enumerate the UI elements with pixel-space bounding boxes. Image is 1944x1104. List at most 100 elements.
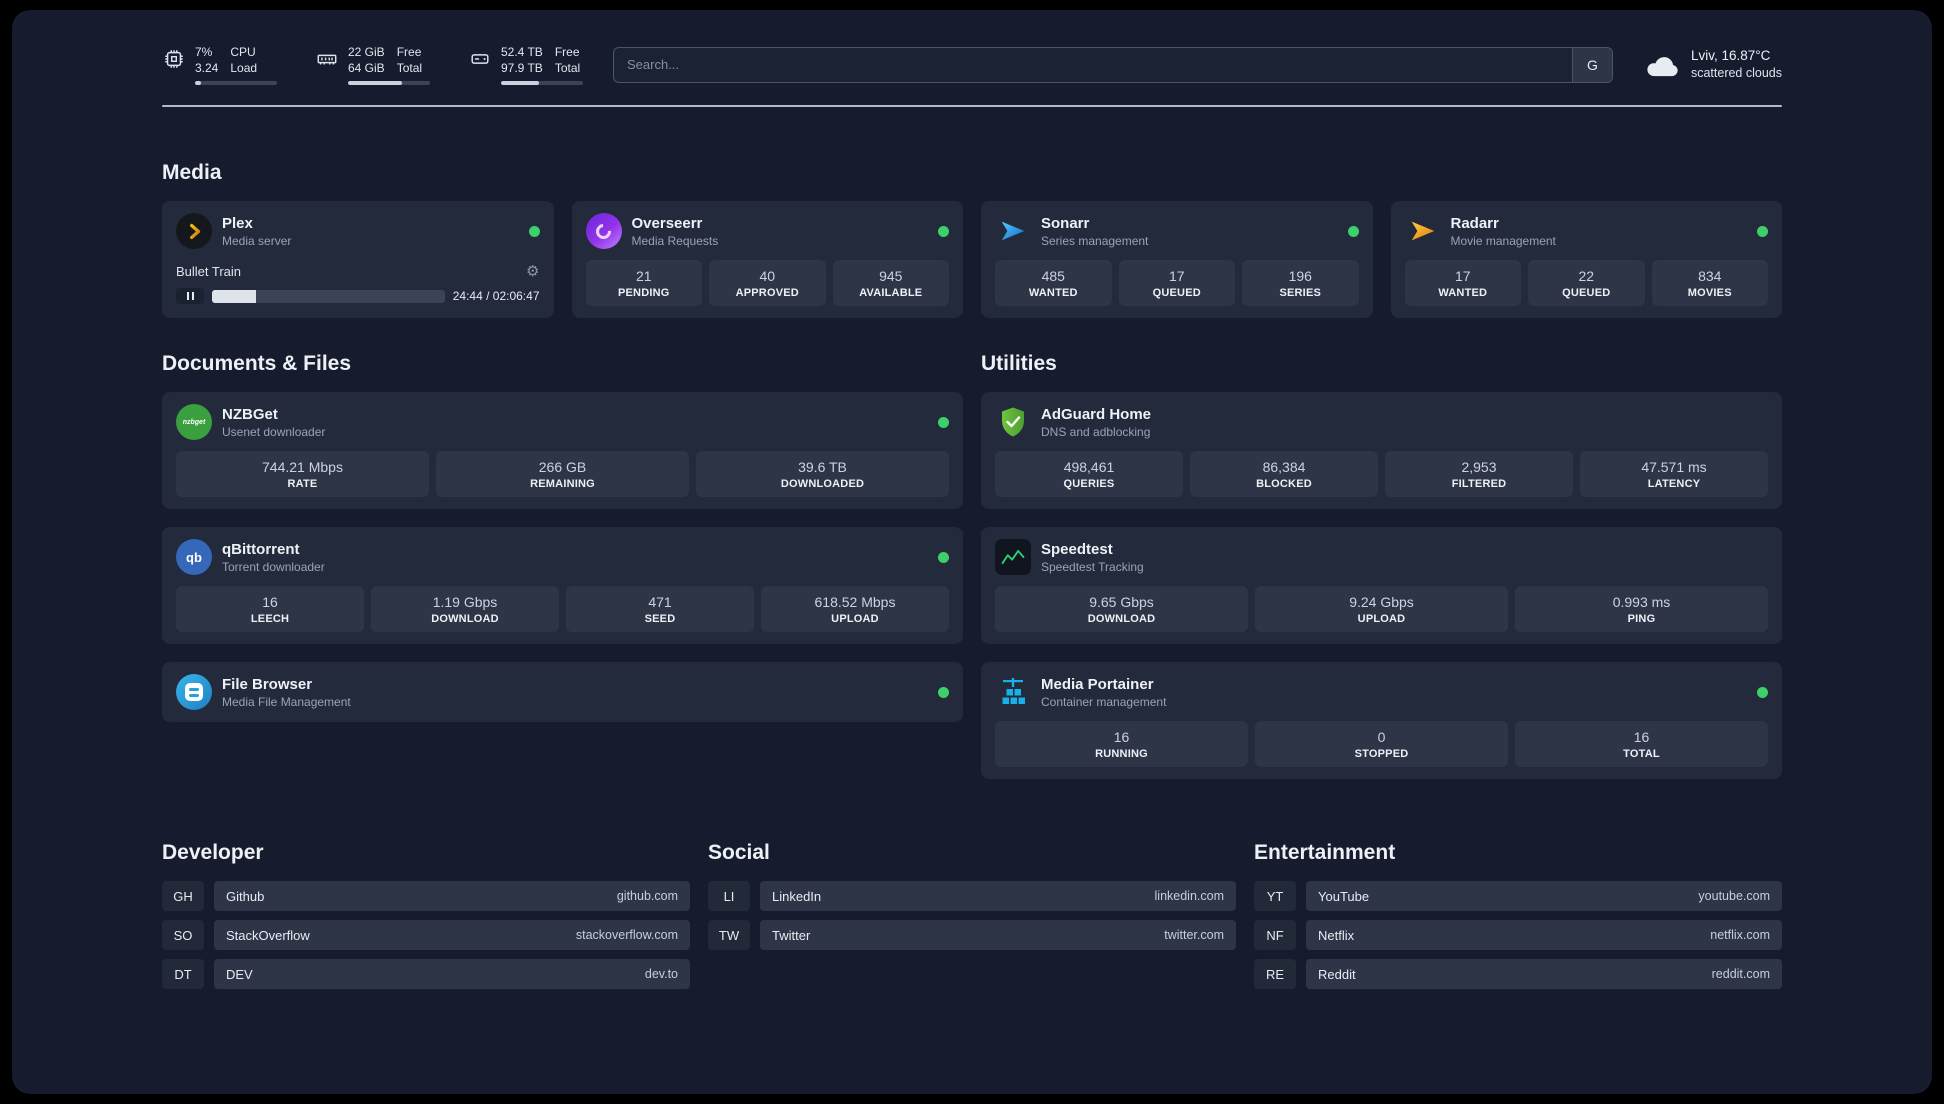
bookmark-abbr: SO [162,920,204,951]
qbittorrent-stat-seed: 471 SEED [566,586,754,633]
app-subtitle: DNS and adblocking [1041,424,1151,439]
qbittorrent-stat-download: 1.19 Gbps DOWNLOAD [371,586,559,633]
storage-total-value: 97.9 TB [501,61,543,76]
memory-total-label: Total [396,61,423,76]
bookmark-name: Twitter [772,927,811,943]
stat-label: STOPPED [1354,748,1409,761]
app-card-speedtest[interactable]: Speedtest Speedtest Tracking 9.65 Gbps D… [981,527,1782,645]
cpu-label: CPU [230,45,256,59]
app-card-radarr[interactable]: Radarr Movie management 17 WANTED 22 QUE… [1390,201,1782,319]
stat-label: TOTAL [1623,748,1660,761]
portainer-stat-stopped: 0 STOPPED [1255,721,1508,768]
playback-time: 24:44 / 02:06:47 [452,289,540,304]
bookmark-link-twitter[interactable]: Twitter twitter.com [760,920,1236,951]
app-card-portainer[interactable]: Media Portainer Container management 16 … [981,662,1782,780]
radarr-stat-queued: 22 QUEUED [1528,260,1645,307]
memory-icon [315,47,339,71]
bookmark-abbr: LI [708,881,750,912]
app-name: Sonarr [1041,214,1090,232]
stat-value: 40 [759,268,776,285]
stat-label: PING [1627,613,1656,626]
cpu-usage-value: 7% [195,45,213,59]
bookmark-abbr: GH [162,881,204,912]
stat-label: SEED [644,613,676,626]
stat-label: MOVIES [1687,287,1732,300]
app-name: Overseerr [631,214,703,232]
nzbget-stat-rate: 744.21 Mbps RATE [176,451,429,498]
stat-label: DOWNLOAD [431,613,499,626]
bookmark-link-youtube[interactable]: YouTube youtube.com [1306,881,1782,912]
adguard-stat-blocked: 86,384 BLOCKED [1190,451,1378,498]
memory-progress-fill [348,81,403,86]
bookmark-row-linkedin: LI LinkedIn linkedin.com [708,881,1236,912]
bookmark-link-stackoverflow[interactable]: StackOverflow stackoverflow.com [214,920,690,951]
stat-value: 16 [1113,729,1130,746]
app-subtitle: Container management [1041,694,1167,709]
section-media: Media Plex Media server Bullet Train ⚙ 2… [162,161,1782,319]
qbittorrent-icon: qb [176,539,212,576]
search-input[interactable] [613,46,1613,83]
memory-free-value: 22 GiB [348,45,385,59]
stat-label: QUEUED [1562,287,1611,300]
stat-value: 266 GB [538,459,587,476]
bookmark-link-github[interactable]: Github github.com [214,881,690,912]
app-card-nzbget[interactable]: nzbget NZBGet Usenet downloader 744.21 M… [162,392,963,510]
app-card-overseerr[interactable]: Overseerr Media Requests 21 PENDING 40 A… [571,201,963,319]
portainer-stat-total: 16 TOTAL [1515,721,1768,768]
stat-value: 47.571 ms [1641,459,1707,476]
bookmark-url: reddit.com [1711,967,1770,982]
portainer-icon [995,674,1031,710]
bookmark-link-dev[interactable]: DEV dev.to [214,959,690,990]
status-indicator [1347,225,1359,237]
adguard-icon [995,404,1031,440]
bookmark-name: StackOverflow [226,927,310,943]
nzbget-stat-remaining: 266 GB REMAINING [436,451,689,498]
bookmark-url: netflix.com [1710,928,1770,943]
adguard-stat-filtered: 2,953 FILTERED [1385,451,1573,498]
app-subtitle: Torrent downloader [222,559,325,574]
bookmark-url: github.com [616,889,678,904]
bookmark-link-reddit[interactable]: Reddit reddit.com [1306,959,1782,990]
section-utilities: Utilities AdGuard Home DNS and adblockin… [981,352,1782,780]
settings-icon[interactable]: ⚙ [526,262,539,280]
nzbget-icon-text: nzbget [182,418,206,426]
pause-button[interactable] [176,288,204,305]
bookmark-link-linkedin[interactable]: LinkedIn linkedin.com [760,881,1236,912]
stat-value: 498,461 [1063,459,1115,476]
stat-value: 17 [1168,268,1185,285]
cpu-icon [162,47,186,71]
storage-free-value: 52.4 TB [501,45,543,59]
bookmark-group-social: Social LI LinkedIn linkedin.com TW Twitt… [708,841,1236,959]
app-card-plex[interactable]: Plex Media server Bullet Train ⚙ 24:44 /… [162,201,554,319]
app-card-filebrowser[interactable]: File Browser Media File Management [162,662,963,723]
bookmark-url: twitter.com [1164,928,1224,943]
entertainment-section-title: Entertainment [1254,841,1396,865]
app-card-adguard[interactable]: AdGuard Home DNS and adblocking 498,461 … [981,392,1782,510]
qbittorrent-stat-leech: 16 LEECH [176,586,364,633]
bookmark-url: youtube.com [1698,889,1770,904]
app-card-sonarr[interactable]: Sonarr Series management 485 WANTED 17 Q… [981,201,1373,319]
stat-value: 196 [1288,268,1312,285]
app-subtitle: Usenet downloader [222,424,326,439]
search-engine-button[interactable]: G [1571,47,1612,82]
bookmark-abbr: DT [162,959,204,990]
stat-value: 744.21 Mbps [262,459,343,476]
memory-progress-bar [348,81,430,86]
app-name: qBittorrent [222,540,300,558]
app-card-qbittorrent[interactable]: qb qBittorrent Torrent downloader 16 LEE… [162,527,963,645]
stat-value: 17 [1454,268,1471,285]
bookmark-row-reddit: RE Reddit reddit.com [1254,959,1782,990]
app-name: NZBGet [222,405,278,423]
bookmark-link-netflix[interactable]: Netflix netflix.com [1306,920,1782,951]
stat-label: WANTED [1438,287,1488,300]
memory-free-label: Free [396,45,422,59]
stat-value: 618.52 Mbps [814,594,896,611]
overseerr-stat-pending: 21 PENDING [585,260,702,307]
stat-value: 485 [1041,268,1065,285]
app-subtitle: Speedtest Tracking [1041,559,1144,574]
playback-progress-bar [212,289,445,303]
stat-value: 9.24 Gbps [1349,594,1414,611]
stat-label: PENDING [617,287,670,300]
storage-metric: 52.4 TB 97.9 TB Free Total [468,44,583,86]
bookmark-url: stackoverflow.com [575,928,678,943]
